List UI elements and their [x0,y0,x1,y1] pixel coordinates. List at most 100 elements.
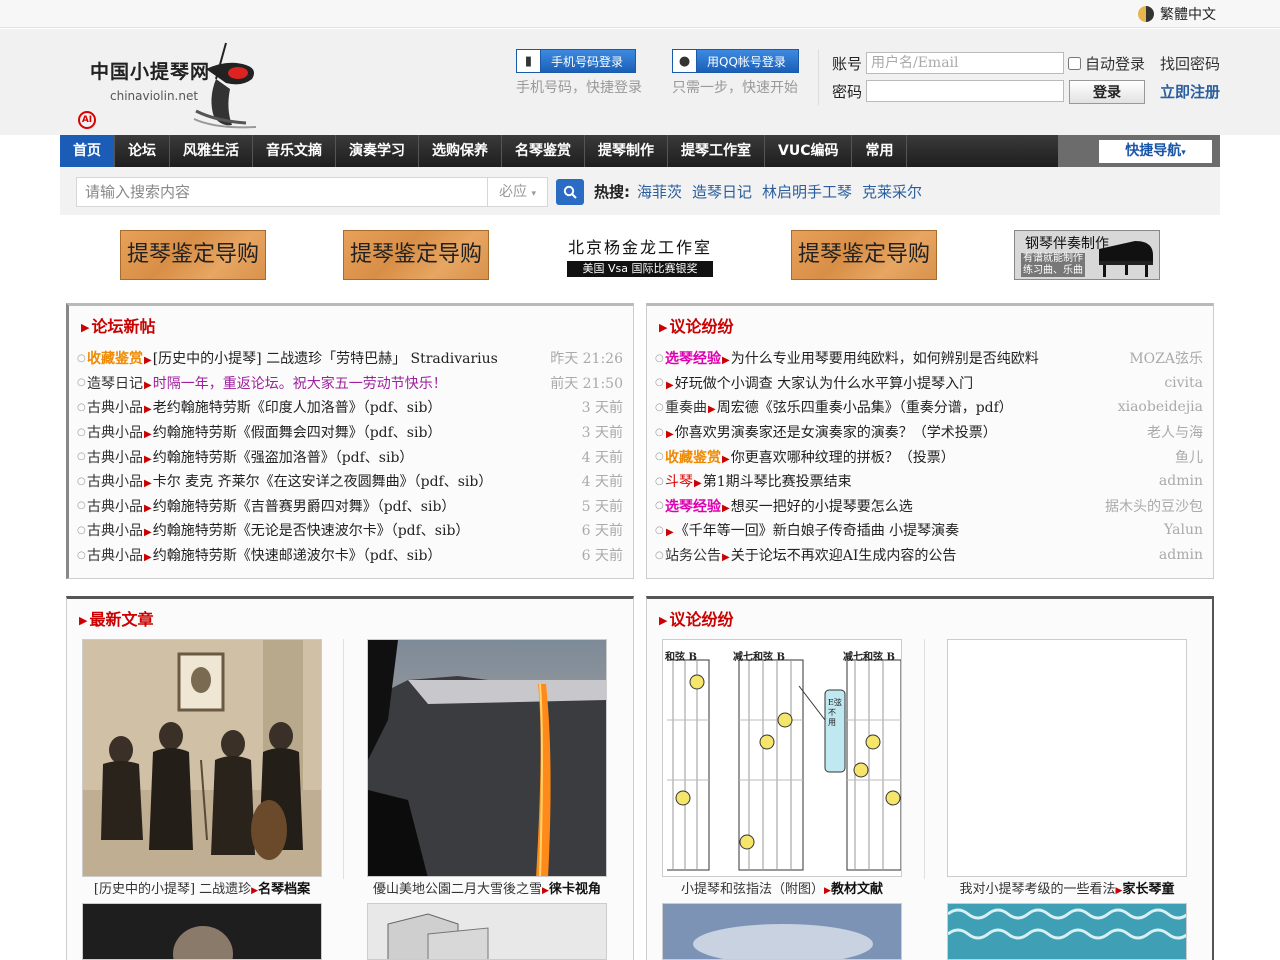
nav-item-life[interactable]: 风雅生活 [170,135,253,167]
language-switch[interactable]: 繁體中文 [1138,4,1216,24]
nav-item-making[interactable]: 提琴制作 [585,135,668,167]
article-thumb-quartet[interactable] [82,639,322,877]
login-button[interactable]: 登录 [1069,80,1145,104]
forum-new-row[interactable]: ○ 古典小品▶约翰施特劳斯《强盗加洛普》（pdf、sib） 4 天前 [77,444,623,469]
phone-login-button[interactable]: ▮ 手机号码登录 [516,49,637,73]
article-thumb-portrait[interactable] [82,903,322,960]
article-caption[interactable]: 優山美地公園二月大雪後之雪▶徕卡视角 [357,878,617,897]
forum-new-row[interactable]: ○ 收藏鉴赏▶[历史中的小提琴] 二战遗珍「劳特巴赫」 Stradivarius 昨… [77,346,623,371]
row-text[interactable]: 选琴经验▶为什么专业用琴要用纯欧料，如何辨别是否纯欧料 [665,348,1121,368]
discussion-row[interactable]: ○ 收藏鉴赏▶你更喜欢哪种纹理的拼板？（投票） 鱼儿 [655,444,1203,469]
search-input[interactable] [76,177,488,207]
nav-item-buying[interactable]: 选购保养 [419,135,502,167]
nav-item-common[interactable]: 常用 [852,135,908,167]
row-category[interactable]: 古典小品 [87,523,143,539]
site-logo[interactable]: 中国小提琴网 chinaviolin.net AI [76,39,266,129]
row-category[interactable]: 古典小品 [87,425,143,441]
row-title[interactable]: 约翰施特劳斯《吉普赛男爵四对舞》（pdf、sib） [153,499,456,515]
forum-new-row[interactable]: ○ 古典小品▶约翰施特劳斯《假面舞会四对舞》（pdf、sib） 3 天前 [77,420,623,445]
nav-item-vuc[interactable]: VUC编码 [765,135,853,167]
qq-login-button[interactable]: ● 用QQ帐号登录 [672,49,799,73]
article-thumb-waterfall[interactable] [367,639,607,877]
discussion-row[interactable]: ○ ▶你喜欢男演奏家还是女演奏家的演奏？（学术投票） 老人与海 [655,420,1203,445]
row-title[interactable]: 约翰施特劳斯《快速邮递波尔卡》（pdf、sib） [153,548,442,564]
row-text[interactable]: ▶好玩做个小调查 大家认为什么水平算小提琴入门 [665,373,1156,393]
row-title[interactable]: 你喜欢男演奏家还是女演奏家的演奏？（学术投票） [675,425,997,441]
forum-new-row[interactable]: ○ 古典小品▶老约翰施特劳斯《印度人加洛普》（pdf、sib） 3 天前 [77,395,623,420]
row-category[interactable]: 古典小品 [87,548,143,564]
forum-new-row[interactable]: ○ 古典小品▶卡尔 麦克 齐莱尔《在这安详之夜圆舞曲》（pdf、sib） 4 天前 [77,469,623,494]
discussion-row[interactable]: ○ 站务公告▶关于论坛不再欢迎AI生成内容的公告 admin [655,543,1203,568]
row-title[interactable]: 好玩做个小调查 大家认为什么水平算小提琴入门 [675,376,973,392]
row-title[interactable]: 时隔一年，重返论坛。祝大家五一劳动节快乐！ [153,376,447,392]
banner-studio[interactable]: 北京杨金龙工作室 美国 Vsa 国际比赛银奖 [567,230,713,280]
row-category[interactable]: 选琴经验 [665,499,721,515]
article-caption[interactable]: 我对小提琴考级的一些看法▶家长琴童 [937,878,1197,897]
row-category[interactable]: 选琴经验 [665,351,721,367]
banner-appraisal[interactable]: 提琴鉴定导购 [791,230,937,280]
forum-new-row[interactable]: ○ 古典小品▶约翰施特劳斯《快速邮递波尔卡》（pdf、sib） 6 天前 [77,543,623,568]
password-input[interactable] [866,80,1064,102]
hot-search-link[interactable]: 林启明手工琴 [762,181,852,202]
article-caption[interactable]: [历史中的小提琴] 二战遗珍▶名琴档案 [72,878,332,897]
row-title[interactable]: 周宏德《弦乐四重奏小品集》（重奏分谱，pdf） [717,400,1013,416]
row-title[interactable]: 卡尔 麦克 齐莱尔《在这安详之夜圆舞曲》（pdf、sib） [153,474,493,490]
nav-item-learning[interactable]: 演奏学习 [336,135,419,167]
row-category[interactable]: 古典小品 [87,450,143,466]
article-thumb-sky[interactable] [662,903,902,960]
row-title[interactable]: [历史中的小提琴] 二战遗珍「劳特巴赫」 Stradivarius [153,351,498,367]
forum-new-row[interactable]: ○ 造琴日记▶时隔一年，重返论坛。祝大家五一劳动节快乐！ 前天 21:50 [77,371,623,396]
discussion-row[interactable]: ○ 重奏曲▶周宏德《弦乐四重奏小品集》（重奏分谱，pdf） xiaobeidejia [655,395,1203,420]
theme-icon[interactable] [1138,6,1154,22]
row-text[interactable]: 古典小品▶卡尔 麦克 齐莱尔《在这安详之夜圆舞曲》（pdf、sib） [87,471,574,491]
register-link[interactable]: 立即注册 [1160,81,1220,102]
forum-new-row[interactable]: ○ 古典小品▶约翰施特劳斯《无论是否快速波尔卡》（pdf、sib） 6 天前 [77,518,623,543]
row-text[interactable]: ▶《千年等一回》新白娘子传奇插曲 小提琴演奏 [665,520,1156,540]
hot-search-link[interactable]: 克莱采尔 [862,181,922,202]
nav-item-home[interactable]: 首页 [60,135,115,167]
row-category[interactable]: 古典小品 [87,499,143,515]
find-password-link[interactable]: 找回密码 [1160,53,1220,74]
row-title[interactable]: 《千年等一回》新白娘子传奇插曲 小提琴演奏 [675,523,959,539]
quick-nav-button[interactable]: 快捷导航▾ [1099,140,1212,163]
row-text[interactable]: 站务公告▶关于论坛不再欢迎AI生成内容的公告 [665,545,1151,565]
row-title[interactable]: 约翰施特劳斯《无论是否快速波尔卡》（pdf、sib） [153,523,470,539]
row-text[interactable]: 古典小品▶约翰施特劳斯《无论是否快速波尔卡》（pdf、sib） [87,520,574,540]
row-title[interactable]: 为什么专业用琴要用纯欧料，如何辨别是否纯欧料 [731,351,1039,367]
banner-appraisal[interactable]: 提琴鉴定导购 [343,230,489,280]
article-thumb-sketch[interactable] [367,903,607,960]
banner-piano[interactable]: 钢琴伴奏制作 有谱就能制作 练习曲、乐曲 [1014,230,1160,280]
row-title[interactable]: 想买一把好的小提琴要怎么选 [731,499,913,515]
article-thumb-empty[interactable] [947,639,1187,877]
article-thumb-pattern[interactable] [947,903,1187,960]
row-title[interactable]: 你更喜欢哪种纹理的拼板？（投票） [731,450,955,466]
row-title[interactable]: 约翰施特劳斯《假面舞会四对舞》（pdf、sib） [153,425,442,441]
banner-appraisal[interactable]: 提琴鉴定导购 [120,230,266,280]
row-category[interactable]: 重奏曲 [665,400,707,416]
search-button[interactable] [556,179,584,205]
row-category[interactable]: 收藏鉴赏 [665,450,721,466]
row-text[interactable]: 古典小品▶约翰施特劳斯《假面舞会四对舞》（pdf、sib） [87,422,574,442]
row-title[interactable]: 第1期斗琴比赛投票结束 [703,474,852,490]
discussion-row[interactable]: ○ ▶《千年等一回》新白娘子传奇插曲 小提琴演奏 Yalun [655,518,1203,543]
row-category[interactable]: 造琴日记 [87,376,143,392]
discussion-row[interactable]: ○ ▶好玩做个小调查 大家认为什么水平算小提琴入门 civita [655,371,1203,396]
hot-search-link[interactable]: 海菲茨 [637,181,682,202]
language-label[interactable]: 繁體中文 [1160,4,1216,24]
nav-item-forum[interactable]: 论坛 [115,135,170,167]
account-input[interactable] [866,52,1064,74]
row-category[interactable]: 斗琴 [665,474,693,490]
row-title[interactable]: 约翰施特劳斯《强盗加洛普》（pdf、sib） [153,450,414,466]
row-category[interactable]: 古典小品 [87,400,143,416]
row-text[interactable]: 收藏鉴赏▶[历史中的小提琴] 二战遗珍「劳特巴赫」 Stradivarius [87,348,542,368]
forum-new-row[interactable]: ○ 古典小品▶约翰施特劳斯《吉普赛男爵四对舞》（pdf、sib） 5 天前 [77,494,623,519]
row-text[interactable]: 斗琴▶第1期斗琴比赛投票结束 [665,471,1151,491]
row-text[interactable]: 收藏鉴赏▶你更喜欢哪种纹理的拼板？（投票） [665,447,1167,467]
row-text[interactable]: ▶你喜欢男演奏家还是女演奏家的演奏？（学术投票） [665,422,1139,442]
nav-item-music-digest[interactable]: 音乐文摘 [253,135,336,167]
row-title[interactable]: 老约翰施特劳斯《印度人加洛普》（pdf、sib） [153,400,442,416]
row-text[interactable]: 造琴日记▶时隔一年，重返论坛。祝大家五一劳动节快乐！ [87,373,542,393]
auto-login-check[interactable] [1068,57,1081,70]
row-category[interactable]: 古典小品 [87,474,143,490]
article-thumb-chord-chart[interactable]: 减七和弦 B 减七和弦 B 和弦 B E弦不用 [662,639,902,877]
